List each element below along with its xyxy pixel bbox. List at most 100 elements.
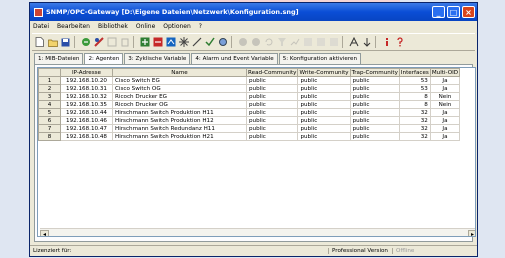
cell-read-community[interactable]: public (245, 100, 299, 109)
cell-read-community[interactable]: public (245, 132, 299, 141)
cell-write-community[interactable]: public (297, 92, 351, 101)
cell-multi-oid[interactable]: Ja (429, 108, 461, 117)
tab-mib-dateien[interactable]: 1: MIB-Dateien (34, 53, 84, 64)
refresh-icon[interactable] (263, 37, 274, 48)
tab-zyklische-variable[interactable]: 3: Zyklische Variable (124, 53, 191, 64)
log-icon[interactable] (328, 37, 339, 48)
table-row[interactable]: 8 192.168.10.48 Hirschmann Switch Produk… (38, 132, 461, 141)
menu-bearbeiten[interactable]: Bearbeiten (57, 23, 90, 30)
mib-delete-icon[interactable] (119, 37, 130, 48)
maximize-button[interactable]: □ (447, 6, 460, 18)
help-icon[interactable] (394, 37, 405, 48)
cell-write-community[interactable]: public (297, 132, 351, 141)
cell-interfaces[interactable]: 32 (398, 116, 431, 125)
cell-multi-oid[interactable]: Ja (429, 124, 461, 133)
cell-trap-community[interactable]: public (349, 84, 400, 93)
network-tools-icon[interactable] (178, 37, 189, 48)
agent-add-icon[interactable] (139, 37, 150, 48)
cell-interfaces[interactable]: 32 (398, 132, 431, 141)
cell-ip[interactable]: 192.168.10.35 (60, 100, 113, 109)
cell-trap-community[interactable]: public (349, 76, 400, 85)
settings-icon[interactable] (217, 37, 228, 48)
close-button[interactable]: × (462, 6, 475, 18)
event-icon[interactable] (315, 37, 326, 48)
horizontal-scrollbar[interactable]: ◂ ▸ (40, 228, 475, 237)
cell-multi-oid[interactable]: Ja (429, 76, 461, 85)
mib-edit-icon[interactable] (106, 37, 117, 48)
tab-alarm-event-variable[interactable]: 4: Alarm und Event Variable (191, 53, 278, 64)
row-number[interactable]: 3 (38, 92, 61, 101)
menu-optionen[interactable]: Optionen (163, 23, 191, 30)
row-number[interactable]: 4 (38, 100, 61, 109)
agent-scan-icon[interactable] (165, 37, 176, 48)
agents-grid[interactable]: IP-Adresse Name Read-Community Write-Com… (37, 67, 476, 237)
cell-interfaces[interactable]: 32 (398, 124, 431, 133)
cell-trap-community[interactable]: public (349, 92, 400, 101)
trend-icon[interactable] (289, 37, 300, 48)
cell-ip[interactable]: 192.168.10.32 (60, 92, 113, 101)
open-folder-icon[interactable] (47, 37, 58, 48)
cell-interfaces[interactable]: 8 (398, 92, 431, 101)
cell-write-community[interactable]: public (297, 76, 351, 85)
row-number[interactable]: 1 (38, 76, 61, 85)
cell-read-community[interactable]: public (245, 124, 299, 133)
cell-interfaces[interactable]: 8 (398, 100, 431, 109)
table-row[interactable]: 7 192.168.10.47 Hirschmann Switch Redund… (38, 124, 461, 133)
cell-multi-oid[interactable]: Nein (429, 100, 461, 109)
table-row[interactable]: 1 192.168.10.20 Cisco Switch EG public p… (38, 76, 461, 85)
new-file-icon[interactable] (34, 37, 45, 48)
title-bar[interactable]: SNMP/OPC-Gateway [D:\Eigene Dateien\Netz… (30, 3, 477, 21)
cell-trap-community[interactable]: public (349, 116, 400, 125)
menu-help[interactable]: ? (199, 23, 202, 30)
cell-ip[interactable]: 192.168.10.46 (60, 116, 113, 125)
cell-multi-oid[interactable]: Ja (429, 116, 461, 125)
cell-name[interactable]: Hirschmann Switch Produktion H21 (112, 132, 247, 141)
cell-multi-oid[interactable]: Ja (429, 132, 461, 141)
column-header-name[interactable]: Name (112, 68, 247, 77)
scroll-right-button[interactable]: ▸ (468, 229, 475, 236)
cell-multi-oid[interactable]: Nein (429, 92, 461, 101)
tab-konfiguration-aktivieren[interactable]: 5: Konfiguration aktivieren (278, 53, 362, 64)
mib-compile-icon[interactable] (93, 37, 104, 48)
cell-ip[interactable]: 192.168.10.47 (60, 124, 113, 133)
cell-name[interactable]: Cisco Switch OG (112, 84, 247, 93)
cell-read-community[interactable]: public (245, 108, 299, 117)
row-number[interactable]: 5 (38, 108, 61, 117)
table-row[interactable]: 6 192.168.10.46 Hirschmann Switch Produk… (38, 116, 461, 125)
cell-trap-community[interactable]: public (349, 108, 400, 117)
scroll-track[interactable] (49, 230, 468, 237)
menu-bibliothek[interactable]: Bibliothek (98, 23, 128, 30)
table-row[interactable]: 3 192.168.10.32 Ricoch Drucker EG public… (38, 92, 461, 101)
row-number[interactable]: 6 (38, 116, 61, 125)
row-number[interactable]: 2 (38, 84, 61, 93)
column-header-ip[interactable]: IP-Adresse (60, 68, 113, 77)
menu-online[interactable]: Online (136, 23, 155, 30)
cell-multi-oid[interactable]: Ja (429, 84, 461, 93)
cell-name[interactable]: Hirschmann Switch Produktion H12 (112, 116, 247, 125)
minimize-button[interactable]: _ (432, 6, 445, 18)
cell-write-community[interactable]: public (297, 100, 351, 109)
check-icon[interactable] (204, 37, 215, 48)
font-icon[interactable] (348, 37, 359, 48)
cell-name[interactable]: Ricoch Drucker OG (112, 100, 247, 109)
cell-name[interactable]: Cisco Switch EG (112, 76, 247, 85)
cell-interfaces[interactable]: 32 (398, 108, 431, 117)
filter-icon[interactable] (276, 37, 287, 48)
cell-read-community[interactable]: public (245, 116, 299, 125)
sort-icon[interactable] (361, 37, 372, 48)
column-header-read-community[interactable]: Read-Community (245, 68, 299, 77)
cell-read-community[interactable]: public (245, 92, 299, 101)
cell-ip[interactable]: 192.168.10.48 (60, 132, 113, 141)
cell-write-community[interactable]: public (297, 108, 351, 117)
cell-read-community[interactable]: public (245, 76, 299, 85)
column-header-write-community[interactable]: Write-Community (297, 68, 351, 77)
row-number[interactable]: 8 (38, 132, 61, 141)
cell-ip[interactable]: 192.168.10.20 (60, 76, 113, 85)
cell-interfaces[interactable]: 53 (398, 76, 431, 85)
cell-ip[interactable]: 192.168.10.44 (60, 108, 113, 117)
cell-ip[interactable]: 192.168.10.31 (60, 84, 113, 93)
row-number[interactable]: 7 (38, 124, 61, 133)
cell-write-community[interactable]: public (297, 84, 351, 93)
table-row[interactable]: 5 192.168.10.44 Hirschmann Switch Produk… (38, 108, 461, 117)
line-tool-icon[interactable] (191, 37, 202, 48)
